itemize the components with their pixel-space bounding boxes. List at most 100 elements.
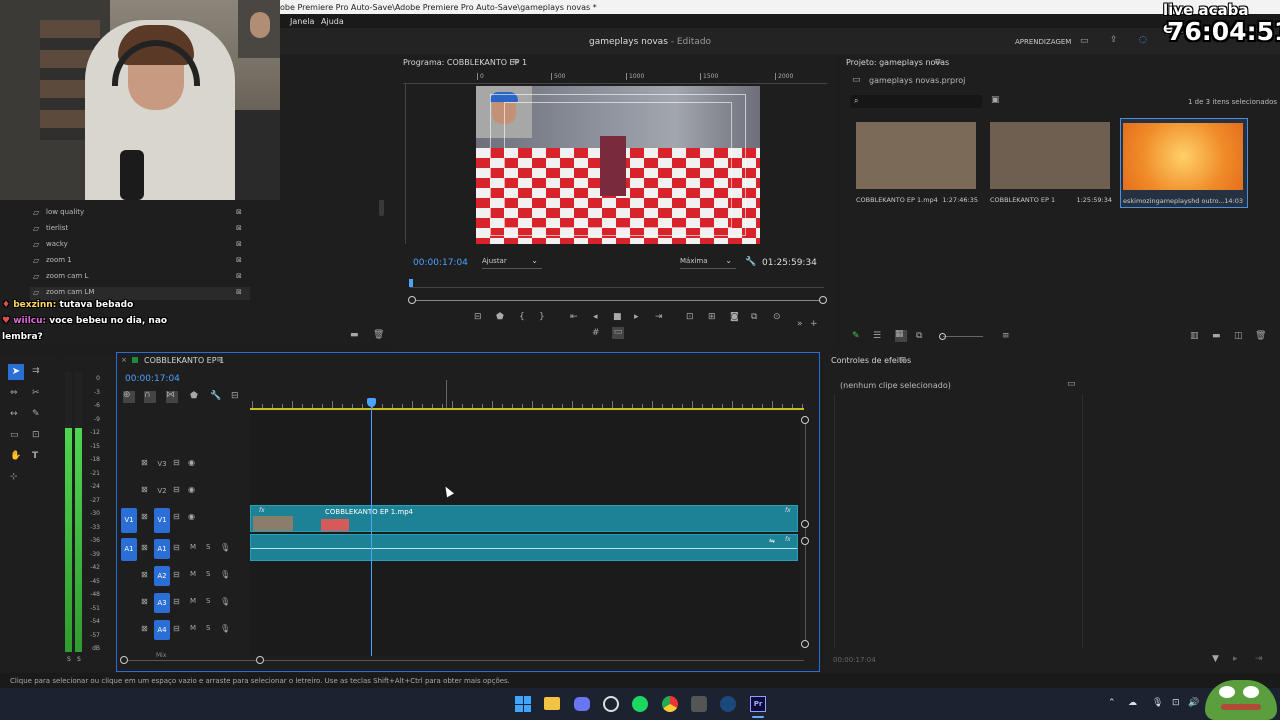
freeform-view-icon[interactable]: ⧉ xyxy=(916,332,922,341)
program-playhead[interactable] xyxy=(409,279,413,287)
lock-icon[interactable]: ⊠ xyxy=(141,485,148,494)
clear-icon[interactable]: 🗑 xyxy=(1255,332,1266,341)
lift-icon[interactable]: ⊡ xyxy=(686,312,694,322)
vr-video-icon[interactable]: ⊙ xyxy=(773,312,781,322)
list-view-icon[interactable]: ☰ xyxy=(873,332,881,341)
step-back-icon[interactable]: ◂ xyxy=(593,312,598,322)
lock-icon[interactable]: ⊠ xyxy=(141,512,148,521)
program-monitor-title[interactable]: Programa: COBBLEKANTO EP 1 xyxy=(403,58,527,67)
thumbnail-size-handle[interactable] xyxy=(939,333,946,340)
video-track-target[interactable]: V2 xyxy=(154,485,170,497)
quality-dropdown[interactable]: Máxima ⌄ xyxy=(680,256,736,269)
preset-item[interactable]: ▱ tierlist ⊠ xyxy=(30,223,250,236)
eye-icon[interactable]: ◉ xyxy=(188,512,195,521)
sync-lock-icon[interactable]: ⊟ xyxy=(173,485,180,494)
source-v1-toggle[interactable]: V1 xyxy=(121,508,137,533)
horizontal-scroll-left-handle[interactable] xyxy=(120,656,128,664)
share-icon[interactable]: ⇪ xyxy=(1110,36,1118,45)
sync-lock-icon[interactable]: ⊟ xyxy=(173,458,180,467)
lock-icon[interactable]: ⊠ xyxy=(141,597,148,606)
lock-icon[interactable]: ⊠ xyxy=(236,240,242,248)
file-explorer-icon[interactable] xyxy=(544,697,560,710)
solo-button[interactable]: S xyxy=(206,624,210,632)
sync-lock-icon[interactable]: ⊟ xyxy=(173,624,180,633)
audio-track-target[interactable]: A1 xyxy=(154,539,170,559)
project-item[interactable]: COBBLEKANTO EP 1.mp4 1:27:46:35 xyxy=(854,118,982,208)
export-frame-icon[interactable]: ◙ xyxy=(730,312,739,322)
audio-clip[interactable]: ⇋ fx xyxy=(250,534,798,561)
mute-button[interactable]: M xyxy=(190,597,196,605)
new-item-icon[interactable]: ◫ xyxy=(1234,332,1243,341)
horizontal-scroll-track[interactable] xyxy=(124,660,804,661)
new-bin-from-search-icon[interactable]: ▣ xyxy=(991,96,1000,105)
solo-button[interactable]: S xyxy=(206,597,210,605)
obs-icon[interactable] xyxy=(603,696,619,712)
thumbnail-size-slider[interactable] xyxy=(943,336,983,337)
vertical-scroll-track[interactable] xyxy=(805,420,806,646)
eye-icon[interactable]: ◉ xyxy=(188,458,195,467)
vertical-scroll-mid-handle2[interactable] xyxy=(801,537,809,545)
timeline-settings-icon[interactable]: 🔧 xyxy=(210,392,221,401)
marker-add-icon[interactable]: ⊟ xyxy=(474,312,482,322)
app-icon[interactable] xyxy=(691,696,707,712)
sync-lock-icon[interactable]: ⊟ xyxy=(173,543,180,552)
lock-icon[interactable]: ⊠ xyxy=(141,570,148,579)
new-bin-icon[interactable]: ▬ xyxy=(1212,332,1221,341)
insert-nest-icon[interactable]: ⊕ xyxy=(123,391,135,403)
premiere-pro-icon[interactable]: Pr xyxy=(750,696,766,712)
add-marker-icon[interactable]: ⬟ xyxy=(190,392,198,401)
spotify-icon[interactable] xyxy=(632,696,648,712)
wrench-icon[interactable]: 🔧 xyxy=(745,258,756,267)
discord-icon[interactable] xyxy=(574,697,590,711)
timeline-ruler[interactable] xyxy=(250,396,804,410)
mark-in-icon[interactable]: { xyxy=(519,312,525,322)
stop-icon[interactable]: ■ xyxy=(613,312,622,322)
lock-icon[interactable]: ⊠ xyxy=(236,256,242,264)
video-clip[interactable]: fx COBBLEKANTO EP 1.mp4 fx xyxy=(250,505,798,532)
volume-icon[interactable]: 🔊 xyxy=(1188,699,1199,708)
go-to-in-icon[interactable]: ⇤ xyxy=(570,312,578,322)
rectangle-tool-icon[interactable]: ▭ xyxy=(10,431,19,440)
effect-controls-timecode[interactable]: 00:00:17:04 xyxy=(833,656,876,664)
generative-extend-tool-icon[interactable]: ⊹ xyxy=(10,473,18,482)
lock-icon[interactable]: ⊠ xyxy=(236,224,242,232)
zoom-bar-right-handle[interactable] xyxy=(819,296,827,304)
sync-lock-icon[interactable]: ⊟ xyxy=(173,570,180,579)
windows-start-icon[interactable] xyxy=(515,696,531,712)
microphone-icon[interactable]: 🎙 xyxy=(1152,699,1163,708)
play-icon[interactable]: ▸ xyxy=(634,312,639,322)
ripple-edit-tool-icon[interactable]: ⇔ xyxy=(10,389,18,398)
trash-icon[interactable]: 🗑 xyxy=(373,331,384,340)
automate-sequence-icon[interactable]: ▥ xyxy=(1190,332,1199,341)
audio-track-target[interactable]: A2 xyxy=(154,566,170,586)
network-icon[interactable]: ⊡ xyxy=(1172,699,1180,708)
program-menu-icon[interactable]: ≡ xyxy=(512,58,520,67)
safe-margins-icon[interactable]: # xyxy=(592,328,600,338)
lock-icon[interactable]: ⊠ xyxy=(236,288,242,296)
new-folder-icon[interactable]: ▬ xyxy=(350,331,359,340)
steam-icon[interactable] xyxy=(720,696,736,712)
project-item[interactable]: eskimozingameplayshd outro... 14:03 xyxy=(1120,118,1248,208)
sequence-menu-icon[interactable]: ≡ xyxy=(216,356,224,365)
sort-icon[interactable]: ≡ xyxy=(1002,332,1010,341)
icon-view-icon[interactable]: ▦ xyxy=(895,330,907,342)
mark-out-icon[interactable]: } xyxy=(539,312,545,322)
razor-tool-icon[interactable]: ✂ xyxy=(32,389,40,398)
menu-janela[interactable]: Janela xyxy=(290,17,314,26)
mute-button[interactable]: M xyxy=(190,570,196,578)
selection-tool[interactable]: ➤ xyxy=(8,364,24,380)
program-timecode[interactable]: 00:00:17:04 xyxy=(413,258,468,268)
play-audio-icon[interactable]: ▸ xyxy=(1233,655,1238,664)
horizontal-scroll-right-handle[interactable] xyxy=(256,656,264,664)
video-track-target[interactable]: V3 xyxy=(154,458,170,470)
program-scrub-track[interactable] xyxy=(410,280,824,288)
preset-item[interactable]: ▱ wacky ⊠ xyxy=(30,239,250,252)
type-tool-icon[interactable]: T xyxy=(32,452,38,461)
mute-button[interactable]: M xyxy=(190,543,196,551)
voiceover-mic-icon[interactable]: 🎙 xyxy=(220,597,230,606)
hand-tool-icon[interactable]: ✋ xyxy=(10,452,21,461)
learning-workspace-tab[interactable]: APRENDIZAGEM xyxy=(1015,38,1071,46)
mute-button[interactable]: M xyxy=(190,624,196,632)
slip-tool-icon[interactable]: ↔ xyxy=(10,410,18,419)
preset-item[interactable]: ▱ zoom 1 ⊠ xyxy=(30,255,250,268)
